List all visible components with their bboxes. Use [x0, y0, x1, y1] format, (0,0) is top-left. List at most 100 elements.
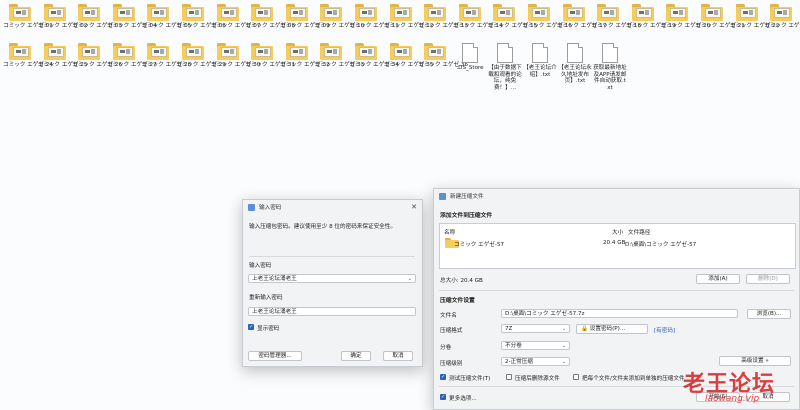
desktop-folder[interactable]: コミック エゲゼ 10 [314, 4, 364, 30]
delete-button[interactable]: 删除(D) [746, 274, 790, 284]
desktop-folder[interactable]: コミック エゲゼ 31 [245, 43, 295, 69]
desktop-folder[interactable]: コミック エゲゼ 13 [418, 4, 468, 30]
volume-value: 不分卷 [505, 343, 522, 349]
desktop-file[interactable]: 【老王论坛介绍】.txt [523, 43, 557, 78]
archive-dialog-title: 新建压缩文件 [450, 194, 484, 200]
set-password-button[interactable]: 🔒 设置密码(P)... [576, 324, 648, 334]
desktop-folder[interactable]: コミック エゲゼ 35 [384, 43, 433, 69]
folder-icon [424, 4, 447, 21]
password-manager-button[interactable]: 密码管理器... [248, 351, 302, 361]
folder-label: コミック エゲゼ 14 [452, 23, 503, 29]
desktop-folder[interactable]: コミック エゲゼ 02 [38, 4, 87, 30]
desktop-folder[interactable]: コミック エゲゼ 19 [626, 4, 676, 30]
password-dialog-titlebar[interactable]: 输入密码 ✕ [243, 200, 422, 214]
level-select[interactable]: 2-正常压缩 ⌄ [501, 357, 570, 366]
desktop-folder[interactable]: コミック エゲゼ 16 [522, 4, 572, 30]
row-path: D:\桌面\コミック エゲゼ-57 [625, 242, 697, 248]
desktop-folder[interactable]: コミック エゲゼ 04 [106, 4, 157, 30]
folder-label: コミック エゲゼ 05 [141, 23, 192, 29]
add-button[interactable]: 添加(A) [696, 274, 740, 284]
chevron-down-icon[interactable]: ⌄ [408, 275, 412, 282]
desktop-folder[interactable]: コミック エゲゼ 28 [141, 43, 192, 69]
folder-label: コミック エゲゼ 16 [522, 23, 572, 29]
level-label: 压缩级别 [440, 361, 463, 367]
desktop-folder[interactable]: コミック エゲゼ 03 [72, 4, 123, 30]
desktop-folder[interactable]: コミック エゲゼ 21 [695, 4, 745, 30]
desktop-folder[interactable]: コミック エゲゼ 20 [660, 4, 710, 30]
format-select[interactable]: 7Z ⌄ [501, 324, 570, 333]
folder-icon [147, 4, 170, 21]
desktop-folder[interactable]: コミック エゲゼ 15 [487, 4, 537, 30]
folder-icon [389, 4, 412, 21]
desktop-folder[interactable]: コミック エゲゼ 08 [245, 4, 295, 30]
desktop-folder[interactable]: コミック エゲゼ 25 [37, 43, 88, 69]
folder-label: コミック エゲゼ 09 [279, 23, 330, 29]
separate-archives-checkbox[interactable] [573, 374, 579, 380]
show-password-label: 显示密码 [257, 326, 280, 332]
volume-select[interactable]: 不分卷 ⌄ [501, 341, 570, 350]
file-list[interactable]: 名称 大小 文件路径 コミック エゲゼ-57 20.4 GB D:\桌面\コミッ… [439, 223, 796, 269]
desktop-folder[interactable]: コミック エゲゼ 07 [211, 4, 260, 30]
desktop-folder[interactable]: コミック エゲゼ 33 [314, 43, 364, 69]
desktop-folder[interactable]: コミック エゲゼ 01 [3, 4, 53, 30]
desktop-folder[interactable]: コミック エゲゼ 32 [280, 43, 330, 69]
desktop-folder[interactable]: コミック エゲゼ 17 [557, 4, 606, 30]
folder-label: コミック エゲゼ 04 [106, 23, 157, 29]
browse-button[interactable]: 浏览(B)... [747, 309, 791, 319]
delete-source-checkbox[interactable] [506, 374, 512, 380]
desktop-folder[interactable]: コミック エゲゼ 23 [764, 4, 800, 30]
desktop-file[interactable]: 【老王论坛永久地址发布页】.txt [558, 43, 592, 85]
watermark-url: laowang.vip [705, 394, 760, 404]
desktop-folder[interactable]: コミック エゲゼ 06 [176, 4, 226, 30]
desktop-folder[interactable]: コミック エゲゼ 09 [279, 4, 330, 30]
folder-label: コミック エゲゼ 30 [210, 62, 261, 68]
more-options-checkbox[interactable] [440, 394, 446, 400]
folder-label: コミック エゲゼ 06 [176, 23, 226, 29]
file-label: 获取最新地址及APP请发邮件自动获取.txt [593, 65, 627, 91]
folder-label: コミック エゲゼ 36 [418, 62, 469, 68]
confirm-password-input[interactable]: 上老王论坛涌老王 [248, 307, 416, 316]
folder-icon [43, 43, 66, 60]
app-icon [248, 203, 255, 211]
desktop-file[interactable]: 获取最新地址及APP请发邮件自动获取.txt [593, 43, 627, 91]
desktop-folder[interactable]: コミック エゲゼ 14 [452, 4, 503, 30]
folder-icon [251, 43, 274, 60]
desktop-folder[interactable]: コミック エゲゼ 27 [106, 43, 157, 69]
desktop-folder[interactable]: コミック エゲゼ 29 [176, 43, 226, 69]
desktop-folder[interactable]: コミック エゲゼ 34 [349, 43, 399, 69]
level-value: 2-正常压缩 [505, 359, 533, 365]
col-size: 大小 [612, 230, 624, 236]
password-input[interactable]: 上老王论坛涌老王 ⌄ [248, 274, 416, 283]
desktop-folder[interactable]: コミック エゲゼ 30 [210, 43, 261, 69]
section-add-files: 添加文件到压缩文件 [440, 213, 493, 219]
folder-label: コミック エゲゼ 25 [37, 62, 88, 68]
desktop-folder[interactable]: コミック エゲゼ 18 [591, 4, 641, 30]
cancel-button[interactable]: 取消 [383, 351, 413, 361]
chevron-down-icon: ⌄ [561, 326, 566, 332]
folder-icon [182, 4, 204, 21]
more-options-label: 更多选项... [449, 396, 477, 402]
folder-label: コミック エゲゼ 27 [106, 62, 157, 68]
folder-icon [112, 4, 135, 21]
desktop-folder[interactable]: コミック エゲゼ 11 [349, 4, 399, 30]
desktop-file[interactable]: .DS_Store [453, 43, 487, 72]
password-dialog: 输入密码 ✕ 输入压缩包密码。建议使用至少 8 位的密码来保证安全性。 输入密码… [242, 199, 423, 367]
show-password-checkbox[interactable] [248, 324, 254, 330]
close-icon[interactable]: ✕ [406, 203, 422, 211]
desktop-folder[interactable]: コミック エゲゼ 12 [384, 4, 433, 30]
desktop-folder[interactable]: コミック エゲゼ 26 [72, 43, 122, 69]
desktop-file[interactable]: 【由于数据下载和观看的论坛，纯免费！】... [488, 43, 522, 91]
file-icon [462, 43, 478, 63]
folder-label: コミック エゲゼ 03 [72, 23, 123, 29]
desktop-folder[interactable]: コミック エゲゼ 22 [730, 4, 779, 30]
ok-button[interactable]: 确定 [341, 351, 371, 361]
folder-label: コミック エゲゼ 28 [141, 62, 192, 68]
desktop-folder[interactable]: コミック エゲゼ 24 [3, 43, 53, 69]
list-item[interactable]: コミック エゲゼ-57 20.4 GB D:\桌面\コミック エゲゼ-57 [443, 238, 791, 248]
test-archive-checkbox[interactable] [440, 374, 446, 380]
advanced-settings-button[interactable]: 高级设置 » [719, 356, 791, 366]
filename-input[interactable]: D:\桌面\コミック エゲゼ-57.7z [501, 309, 738, 318]
archive-dialog-titlebar[interactable]: 新建压缩文件 [434, 189, 799, 203]
desktop-folder[interactable]: コミック エゲゼ 36 [418, 43, 469, 69]
desktop-folder[interactable]: コミック エゲゼ 05 [141, 4, 192, 30]
